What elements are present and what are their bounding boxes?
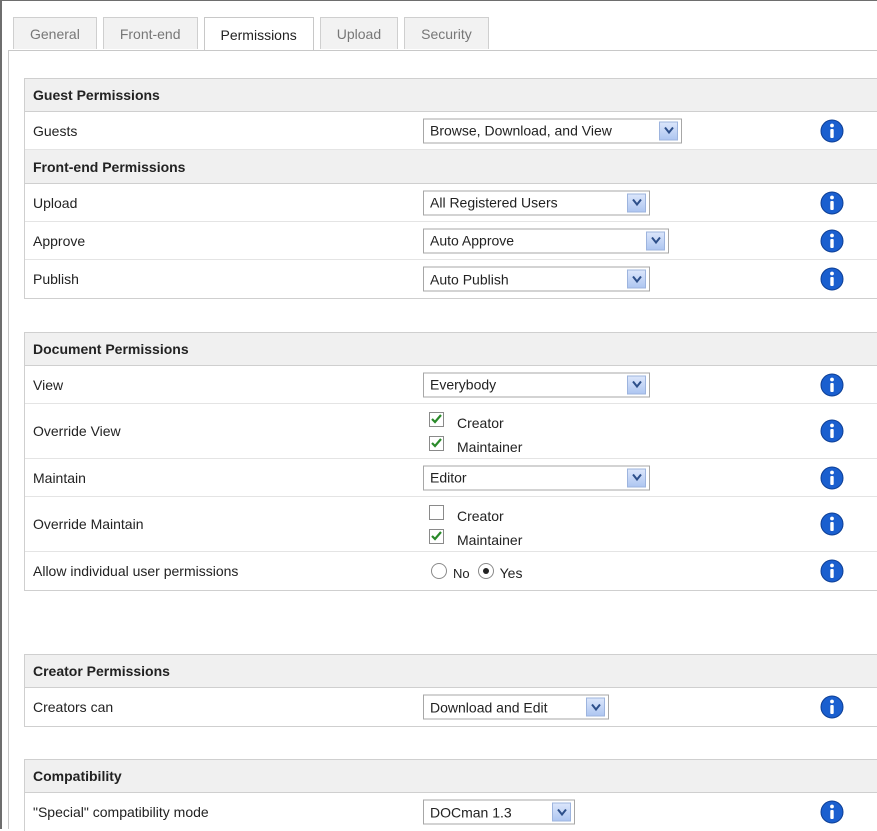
upload-select[interactable]: All Registered Users <box>423 190 650 215</box>
tab-divider <box>8 50 877 51</box>
section-compatibility: Compatibility "Special" compatibility mo… <box>24 759 877 831</box>
override-view-checks: Creator Maintainer <box>429 407 522 455</box>
override-maintain-creator: Creator <box>429 500 522 524</box>
tab-upload[interactable]: Upload <box>319 17 399 49</box>
creator-permissions-header: Creator Permissions <box>25 654 877 688</box>
override-view-label: Override View <box>33 423 121 439</box>
creator-checkbox-label: Creator <box>457 508 504 524</box>
yes-radio[interactable] <box>477 563 494 579</box>
compat-mode-label: "Special" compatibility mode <box>33 804 209 820</box>
view-label: View <box>33 376 64 393</box>
checkmark-icon <box>431 438 442 448</box>
chevron-down-icon <box>627 375 646 394</box>
tab-permissions[interactable]: Permissions <box>203 17 314 51</box>
maintainer-checkbox[interactable] <box>429 528 444 544</box>
publish-select-value: Auto Publish <box>430 271 509 287</box>
row-view: View Everybody <box>25 366 877 404</box>
maintainer-checkbox[interactable] <box>429 435 444 451</box>
chevron-down-icon <box>552 802 571 822</box>
view-select-value: Everybody <box>430 376 497 393</box>
no-radio-label: No <box>453 565 470 581</box>
creators-can-label: Creators can <box>33 699 114 715</box>
compat-mode-select[interactable]: DOCman 1.3 <box>423 799 575 825</box>
individual-permissions-radios: No Yes <box>431 561 530 581</box>
view-select[interactable]: Everybody <box>423 372 650 397</box>
info-icon[interactable] <box>820 229 844 253</box>
override-maintain-label: Override Maintain <box>33 516 144 532</box>
info-icon[interactable] <box>820 119 844 143</box>
creator-checkbox[interactable] <box>429 504 444 520</box>
chevron-down-icon <box>586 697 605 717</box>
row-maintain: Maintain Editor <box>25 459 877 497</box>
chevron-down-icon <box>627 468 646 487</box>
info-icon[interactable] <box>820 466 844 490</box>
maintain-select[interactable]: Editor <box>423 465 650 490</box>
compat-mode-select-value: DOCman 1.3 <box>430 804 512 820</box>
info-icon[interactable] <box>820 512 844 536</box>
creator-checkbox[interactable] <box>429 411 444 427</box>
yes-radio-label: Yes <box>499 565 523 581</box>
row-compat-mode: "Special" compatibility mode DOCman 1.3 <box>25 793 877 831</box>
tab-front-end[interactable]: Front-end <box>102 17 198 49</box>
checkmark-icon <box>431 414 442 424</box>
compatibility-header: Compatibility <box>25 759 877 793</box>
override-maintain-maintainer: Maintainer <box>429 524 522 548</box>
guest-permissions-header: Guest Permissions <box>25 78 877 112</box>
info-icon[interactable] <box>820 695 844 719</box>
publish-select[interactable]: Auto Publish <box>423 266 650 292</box>
no-radio[interactable] <box>431 563 447 579</box>
chevron-down-icon <box>659 121 678 140</box>
creators-can-select-value: Download and Edit <box>430 699 548 715</box>
individual-permissions-label: Allow individual user permissions <box>33 563 239 579</box>
section-guest-frontend: Guest Permissions Guests Browse, Downloa… <box>24 78 877 299</box>
radio-dot <box>482 568 489 574</box>
guests-select[interactable]: Browse, Download, and View <box>423 118 682 143</box>
maintain-label: Maintain <box>33 469 86 486</box>
override-view-creator: Creator <box>429 407 522 431</box>
info-icon[interactable] <box>820 191 844 215</box>
upload-select-value: All Registered Users <box>430 194 558 211</box>
info-icon[interactable] <box>820 373 844 397</box>
row-guests: Guests Browse, Download, and View <box>25 112 877 150</box>
creators-can-select[interactable]: Download and Edit <box>423 694 609 720</box>
creator-checkbox-label: Creator <box>457 415 504 431</box>
panel-border <box>8 50 9 829</box>
section-document: Document Permissions View Everybody Over… <box>24 332 877 591</box>
info-icon[interactable] <box>820 800 844 824</box>
frontend-permissions-header: Front-end Permissions <box>25 150 877 184</box>
approve-label: Approve <box>33 232 86 249</box>
info-icon[interactable] <box>820 419 844 443</box>
row-approve: Approve Auto Approve <box>25 222 877 260</box>
document-permissions-header: Document Permissions <box>25 332 877 366</box>
row-upload: Upload All Registered Users <box>25 184 877 222</box>
info-icon[interactable] <box>820 267 844 291</box>
guests-label: Guests <box>33 122 78 139</box>
upload-label: Upload <box>33 194 78 211</box>
tab-security[interactable]: Security <box>404 17 489 49</box>
row-publish: Publish Auto Publish <box>25 260 877 298</box>
maintainer-checkbox-label: Maintainer <box>457 439 523 455</box>
override-view-maintainer: Maintainer <box>429 431 522 455</box>
maintainer-checkbox-label: Maintainer <box>457 532 523 548</box>
override-maintain-checks: Creator Maintainer <box>429 500 522 548</box>
row-override-maintain: Override Maintain Creator Maintainer <box>25 497 877 552</box>
tab-general[interactable]: General <box>13 17 97 49</box>
chevron-down-icon <box>627 193 646 212</box>
publish-label: Publish <box>33 271 79 287</box>
guests-select-value: Browse, Download, and View <box>430 122 612 139</box>
approve-select-value: Auto Approve <box>430 232 515 249</box>
chevron-down-icon <box>627 269 646 289</box>
checkmark-icon <box>431 531 442 541</box>
tab-bar: General Front-end Permissions Upload Sec… <box>13 17 495 51</box>
approve-select[interactable]: Auto Approve <box>423 228 669 253</box>
row-creators-can: Creators can Download and Edit <box>25 688 877 726</box>
row-individual-permissions: Allow individual user permissions No Yes <box>25 552 877 590</box>
maintain-select-value: Editor <box>430 469 467 486</box>
section-creator: Creator Permissions Creators can Downloa… <box>24 654 877 727</box>
chevron-down-icon <box>646 231 665 250</box>
row-override-view: Override View Creator Maintainer <box>25 404 877 459</box>
info-icon[interactable] <box>820 559 844 583</box>
